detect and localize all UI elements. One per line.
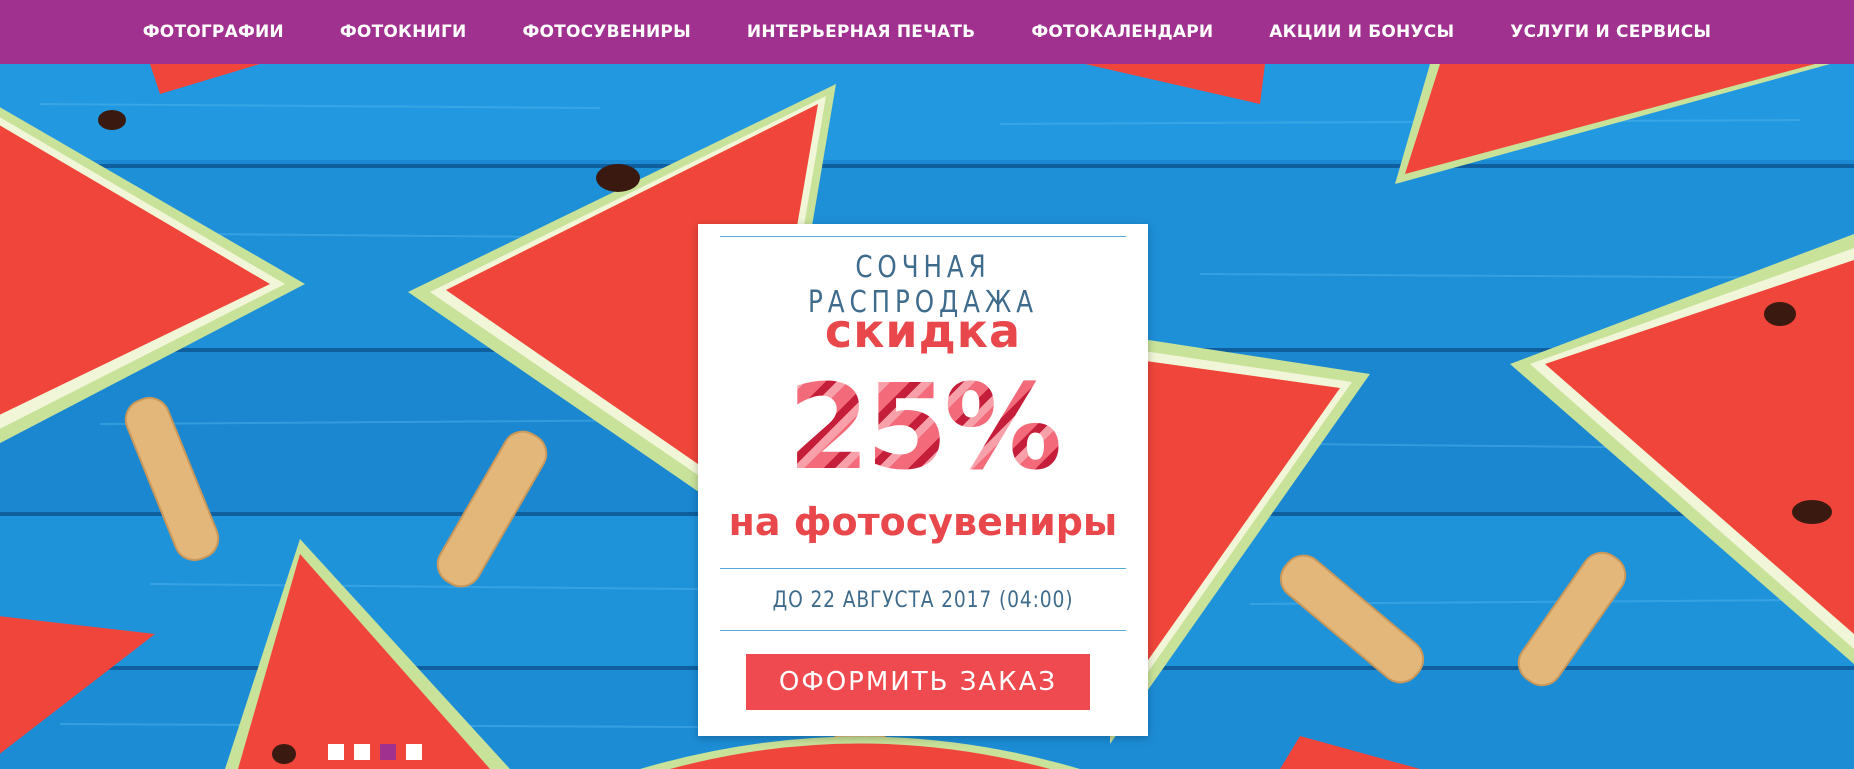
hero-banner[interactable]: СОЧНАЯ РАСПРОДАЖА скидка 25% на фотосуве…: [0, 64, 1854, 769]
nav-item-photo-calendars[interactable]: ФОТОКАЛЕНДАРИ: [1003, 0, 1241, 64]
nav-item-services[interactable]: УСЛУГИ И СЕРВИСЫ: [1482, 0, 1739, 64]
promo-card: СОЧНАЯ РАСПРОДАЖА скидка 25% на фотосуве…: [698, 224, 1148, 736]
discount-value: 25%: [698, 362, 1148, 492]
discount-label: скидка: [824, 304, 1022, 358]
promo-deadline: ДО 22 АВГУСТА 2017 (04:00): [772, 588, 1074, 613]
promo-divider-top: [720, 236, 1126, 237]
nav-item-photobooks[interactable]: ФОТОКНИГИ: [312, 0, 495, 64]
slider-dot-2[interactable]: [354, 744, 370, 760]
slider-dots: [328, 744, 422, 760]
promo-divider-middle: [720, 568, 1126, 569]
nav-item-interior-print[interactable]: ИНТЕРЬЕРНАЯ ПЕЧАТЬ: [719, 0, 1003, 64]
discount-target: на фотосувениры: [728, 500, 1118, 544]
slider-dot-4[interactable]: [406, 744, 422, 760]
order-button[interactable]: ОФОРМИТЬ ЗАКАЗ: [746, 654, 1090, 710]
nav-item-photos[interactable]: ФОТОГРАФИИ: [115, 0, 312, 64]
nav-item-promotions[interactable]: АКЦИИ И БОНУСЫ: [1241, 0, 1482, 64]
nav-item-photo-souvenirs[interactable]: ФОТОСУВЕНИРЫ: [494, 0, 718, 64]
nav-list: ФОТОГРАФИИ ФОТОКНИГИ ФОТОСУВЕНИРЫ ИНТЕРЬ…: [115, 0, 1740, 64]
slider-dot-1[interactable]: [328, 744, 344, 760]
promo-divider-bottom: [720, 630, 1126, 631]
main-nav: ФОТОГРАФИИ ФОТОКНИГИ ФОТОСУВЕНИРЫ ИНТЕРЬ…: [0, 0, 1854, 64]
slider-dot-3-active[interactable]: [380, 744, 396, 760]
